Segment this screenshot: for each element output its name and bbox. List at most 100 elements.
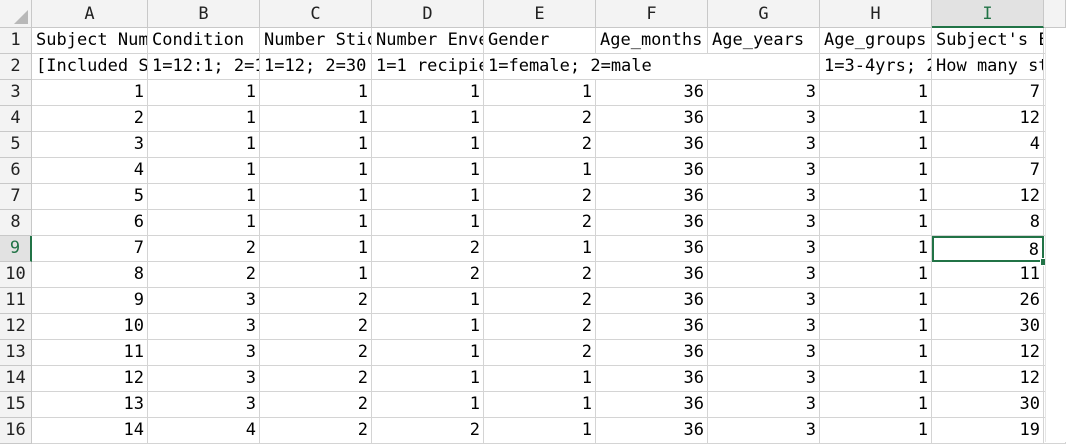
cell-g6[interactable]: 3: [708, 158, 820, 184]
cell-c6[interactable]: 1: [260, 158, 372, 184]
cell-g16[interactable]: 3: [708, 418, 820, 444]
cell-g15[interactable]: 3: [708, 392, 820, 418]
cell-a1[interactable]: Subject Num: [32, 28, 148, 54]
cell-g8[interactable]: 3: [708, 210, 820, 236]
cell-a2[interactable]: [Included S: [32, 54, 148, 80]
row-header-14[interactable]: 14: [0, 366, 32, 392]
row-header-6[interactable]: 6: [0, 158, 32, 184]
cell-h14[interactable]: 1: [820, 366, 932, 392]
cell-h15[interactable]: 1: [820, 392, 932, 418]
cell-f16[interactable]: 36: [596, 418, 708, 444]
cell-c11[interactable]: 2: [260, 288, 372, 314]
cell-h13[interactable]: 1: [820, 340, 932, 366]
cell-c9[interactable]: 1: [260, 236, 372, 262]
cell-a16[interactable]: 14: [32, 418, 148, 444]
cell-e7[interactable]: 2: [484, 184, 596, 210]
column-header-h[interactable]: H: [820, 0, 932, 28]
cell-h8[interactable]: 1: [820, 210, 932, 236]
cell-i2[interactable]: How many st: [932, 54, 1044, 80]
cell-b14[interactable]: 3: [148, 366, 260, 392]
cell-b16[interactable]: 4: [148, 418, 260, 444]
cell-f3[interactable]: 36: [596, 80, 708, 106]
row-header-15[interactable]: 15: [0, 392, 32, 418]
cell-d4[interactable]: 1: [372, 106, 484, 132]
column-header-a[interactable]: A: [32, 0, 148, 28]
cell-f6[interactable]: 36: [596, 158, 708, 184]
cell-b10[interactable]: 2: [148, 262, 260, 288]
cell-f8[interactable]: 36: [596, 210, 708, 236]
cell-h2[interactable]: 1=3-4yrs; 2: [820, 54, 932, 80]
cell-h5[interactable]: 1: [820, 132, 932, 158]
cell-e8[interactable]: 2: [484, 210, 596, 236]
cell-h1[interactable]: Age_groups: [820, 28, 932, 54]
cell-i11[interactable]: 26: [932, 288, 1044, 314]
row-header-13[interactable]: 13: [0, 340, 32, 366]
cell-e1[interactable]: Gender: [484, 28, 596, 54]
cell-d14[interactable]: 1: [372, 366, 484, 392]
cell-b8[interactable]: 1: [148, 210, 260, 236]
cell-b11[interactable]: 3: [148, 288, 260, 314]
cell-i7[interactable]: 12: [932, 184, 1044, 210]
cell-c13[interactable]: 2: [260, 340, 372, 366]
cell-e2[interactable]: 1=female; 2=male: [484, 54, 820, 80]
column-header-d[interactable]: D: [372, 0, 484, 28]
column-header-e[interactable]: E: [484, 0, 596, 28]
cell-d8[interactable]: 1: [372, 210, 484, 236]
cell-d2[interactable]: 1=1 recipie: [372, 54, 484, 80]
cell-c10[interactable]: 1: [260, 262, 372, 288]
cell-b7[interactable]: 1: [148, 184, 260, 210]
row-header-7[interactable]: 7: [0, 184, 32, 210]
cell-b12[interactable]: 3: [148, 314, 260, 340]
column-header-j[interactable]: [1044, 0, 1066, 28]
cell-h11[interactable]: 1: [820, 288, 932, 314]
cell-c1[interactable]: Number Stic: [260, 28, 372, 54]
column-header-i[interactable]: I: [932, 0, 1044, 28]
cell-c15[interactable]: 2: [260, 392, 372, 418]
column-header-g[interactable]: G: [708, 0, 820, 28]
row-header-4[interactable]: 4: [0, 106, 32, 132]
cell-e6[interactable]: 1: [484, 158, 596, 184]
cell-g11[interactable]: 3: [708, 288, 820, 314]
cell-i13[interactable]: 12: [932, 340, 1044, 366]
cell-a14[interactable]: 12: [32, 366, 148, 392]
cell-e14[interactable]: 1: [484, 366, 596, 392]
cell-i4[interactable]: 12: [932, 106, 1044, 132]
cell-e16[interactable]: 1: [484, 418, 596, 444]
cell-e12[interactable]: 2: [484, 314, 596, 340]
cell-c5[interactable]: 1: [260, 132, 372, 158]
cell-e5[interactable]: 2: [484, 132, 596, 158]
cell-a12[interactable]: 10: [32, 314, 148, 340]
cell-d9[interactable]: 2: [372, 236, 484, 262]
cell-e10[interactable]: 2: [484, 262, 596, 288]
cell-a10[interactable]: 8: [32, 262, 148, 288]
cell-i8[interactable]: 8: [932, 210, 1044, 236]
cell-a15[interactable]: 13: [32, 392, 148, 418]
cell-a7[interactable]: 5: [32, 184, 148, 210]
cell-a6[interactable]: 4: [32, 158, 148, 184]
cell-h4[interactable]: 1: [820, 106, 932, 132]
cell-f13[interactable]: 36: [596, 340, 708, 366]
cell-d10[interactable]: 2: [372, 262, 484, 288]
cell-d5[interactable]: 1: [372, 132, 484, 158]
column-header-b[interactable]: B: [148, 0, 260, 28]
cell-h3[interactable]: 1: [820, 80, 932, 106]
cell-b5[interactable]: 1: [148, 132, 260, 158]
cell-b9[interactable]: 2: [148, 236, 260, 262]
spreadsheet-grid[interactable]: A B C D E F G H I 1 2 3 4 5 6 7 8 9 10 11 12 13 14 15 16 Subject …: [0, 0, 1066, 444]
cell-g5[interactable]: 3: [708, 132, 820, 158]
cell-h9[interactable]: 1: [820, 236, 932, 262]
cell-g9[interactable]: 3: [708, 236, 820, 262]
cell-f5[interactable]: 36: [596, 132, 708, 158]
cell-i6[interactable]: 7: [932, 158, 1044, 184]
row-header-9[interactable]: 9: [0, 236, 32, 262]
cell-d11[interactable]: 1: [372, 288, 484, 314]
cell-g7[interactable]: 3: [708, 184, 820, 210]
cell-c12[interactable]: 2: [260, 314, 372, 340]
cell-g4[interactable]: 3: [708, 106, 820, 132]
cell-i15[interactable]: 30: [932, 392, 1044, 418]
cell-e13[interactable]: 2: [484, 340, 596, 366]
cell-d15[interactable]: 1: [372, 392, 484, 418]
cell-d7[interactable]: 1: [372, 184, 484, 210]
cell-g3[interactable]: 3: [708, 80, 820, 106]
cell-i16[interactable]: 19: [932, 418, 1044, 444]
